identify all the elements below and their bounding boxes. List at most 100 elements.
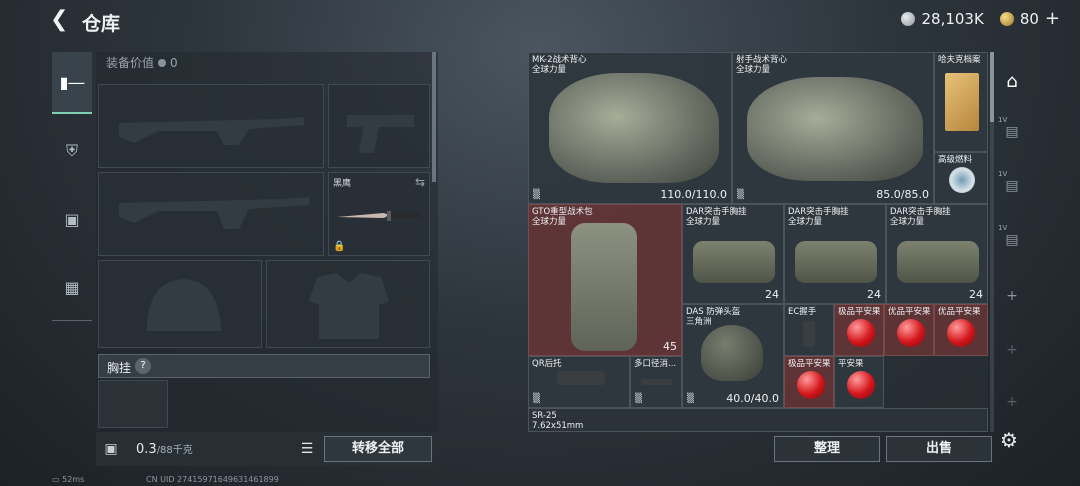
lock-icon: 🔒 [333, 241, 346, 252]
inventory-item[interactable]: GTO重型战术包 全球力量 45 [528, 204, 682, 356]
add-currency-icon[interactable]: + [1045, 10, 1060, 28]
item-name: GTO重型战术包 全球力量 [532, 207, 593, 227]
add-storage-icon[interactable]: + [996, 330, 1028, 370]
inventory-item[interactable]: 优品平安果 [884, 304, 934, 356]
item-name: MK-2战术背心 全球力量 [532, 55, 587, 75]
pistol-silhouette-icon [347, 115, 414, 153]
inventory-item[interactable]: 多口径消... ▒ [630, 356, 682, 408]
pistol-icon: ▮― [59, 72, 85, 92]
rail-divider [52, 320, 92, 321]
inventory-scrollbar[interactable] [990, 52, 994, 432]
inventory-item[interactable]: EC握手 [784, 304, 834, 356]
item-name: 极品平安果 [838, 307, 881, 317]
secondary-weapon-slot[interactable] [328, 84, 430, 168]
item-name: DAR突击手胸挂 全球力量 [788, 207, 849, 227]
inventory-item[interactable]: DAR突击手胸挂 全球力量 24 [682, 204, 784, 304]
armor-icon: ⛨ [65, 141, 78, 160]
chest-rig-slot[interactable] [98, 380, 168, 428]
level-tag: 1V [998, 224, 1008, 232]
backpack-image [571, 223, 637, 351]
silver-amount: 28,103K [921, 10, 984, 28]
item-name: 多口径消... [634, 359, 677, 369]
inventory-item[interactable]: DAR突击手胸挂 全球力量 24 [886, 204, 988, 304]
muzzle-image [641, 379, 673, 385]
sell-button[interactable]: 出售 [886, 436, 992, 462]
item-name: 哈夫克档案 [938, 55, 981, 65]
backpack-tab[interactable]: ▣ [52, 188, 92, 250]
inventory-item[interactable]: SR-25 7.62x51mm [528, 408, 988, 432]
inventory-item[interactable]: DAR突击手胸挂 全球力量 24 [784, 204, 886, 304]
durability-icon: ▒ [737, 190, 744, 200]
warehouse-tab[interactable]: ⌂ [996, 62, 1028, 102]
list-view-icon[interactable]: ☰ [296, 437, 318, 461]
item-capacity: 24 [765, 288, 779, 301]
organize-button[interactable]: 整理 [774, 436, 880, 462]
item-durability: 85.0/85.0 [876, 188, 929, 201]
inventory-item[interactable]: 射手战术背心 全球力量 ▒ 85.0/85.0 [732, 52, 934, 204]
melee-slot[interactable]: 黑鹰 ⇆ 🔒 [328, 172, 430, 256]
gear-icon[interactable]: ⚙ [1000, 428, 1018, 452]
inventory-item[interactable]: 极品平安果 [784, 356, 834, 408]
item-name: 平安果 [838, 359, 864, 369]
attachment-icon: ▒ [533, 394, 540, 404]
locked-storage-tab[interactable]: 1V ▤ [996, 220, 1028, 260]
apple-image [847, 319, 875, 347]
item-name: EC握手 [788, 307, 817, 317]
primary-weapon-slot[interactable] [98, 84, 324, 168]
armor-silhouette-icon [309, 273, 389, 339]
helmet-silhouette-icon [147, 279, 221, 331]
swap-icon[interactable]: ⇆ [415, 175, 425, 189]
level-tag: 1V [998, 116, 1008, 124]
silver-coin-icon [901, 12, 916, 26]
transfer-all-button[interactable]: 转移全部 [324, 436, 432, 462]
inventory-item[interactable]: 高级燃料 [934, 152, 988, 204]
coin-icon [158, 58, 167, 67]
help-icon[interactable]: ? [135, 358, 151, 374]
item-name: 优品平安果 [938, 307, 981, 317]
grip-image [803, 321, 815, 347]
item-capacity: 24 [969, 288, 983, 301]
item-name: 射手战术背心 全球力量 [736, 55, 788, 75]
chest-rig-image [795, 241, 877, 283]
add-storage-icon[interactable]: + [996, 276, 1028, 316]
inventory-item[interactable]: QR后托 ▒ [528, 356, 630, 408]
rifle-silhouette-icon [119, 197, 309, 229]
gold-amount: 80 [1019, 10, 1039, 28]
armor-tab[interactable]: ⛨ [52, 120, 92, 182]
rifle-silhouette-icon [119, 117, 304, 145]
chest-rig-image [693, 241, 775, 283]
uid-display: CN UID 27415971649631461899 [146, 475, 279, 484]
scroll-thumb[interactable] [990, 52, 994, 122]
inventory-item[interactable]: MK-2战术背心 全球力量 ▒ 110.0/110.0 [528, 52, 732, 204]
toolbox-tab[interactable]: ▦ [52, 256, 92, 318]
attachment-icon: ▒ [635, 394, 642, 404]
add-storage-icon[interactable]: + [996, 382, 1028, 422]
inventory-item[interactable]: 优品平安果 [934, 304, 988, 356]
item-name: DAR突击手胸挂 全球力量 [890, 207, 951, 227]
helmet-slot[interactable] [98, 260, 262, 348]
loadout-scrollbar[interactable] [432, 52, 436, 182]
item-capacity: 24 [867, 288, 881, 301]
inventory-item[interactable]: DAS 防弹头盔 三角洲 ▒ 40.0/40.0 [682, 304, 784, 408]
gold-coin-icon [999, 12, 1014, 26]
item-name: DAS 防弹头盔 三角洲 [686, 307, 741, 327]
loadout-panel: 装备价值 0 黑鹰 ⇆ 🔒 胸挂 ? ▣ 0.3/88千克 ☰ 转移全部 [96, 52, 438, 466]
inventory-item[interactable]: 平安果 [834, 356, 884, 408]
inventory-item[interactable]: 哈夫克档案 [934, 52, 988, 152]
locked-storage-tab[interactable]: 1V ▤ [996, 112, 1028, 152]
backpack-weight-icon: ▣ [104, 441, 118, 457]
chest-rig-section[interactable]: 胸挂 ? [98, 354, 430, 378]
loadout-footer: ▣ 0.3/88千克 ☰ 转移全部 [96, 432, 438, 466]
item-capacity: 45 [663, 340, 677, 353]
body-armor-slot[interactable] [266, 260, 430, 348]
weapons-tab[interactable]: ▮― [52, 52, 92, 114]
inventory-item[interactable]: 极品平安果 [834, 304, 884, 356]
ping-display: ▭ 52ms [52, 475, 85, 484]
back-arrow-icon[interactable]: ❮ [50, 9, 72, 31]
storage-icon: ▤ [1005, 232, 1019, 248]
equipment-value: 装备价值 0 [106, 54, 178, 71]
apple-image [797, 371, 825, 399]
second-primary-slot[interactable] [98, 172, 324, 256]
locked-storage-tab[interactable]: 1V ▤ [996, 166, 1028, 206]
helmet-image [701, 325, 763, 381]
